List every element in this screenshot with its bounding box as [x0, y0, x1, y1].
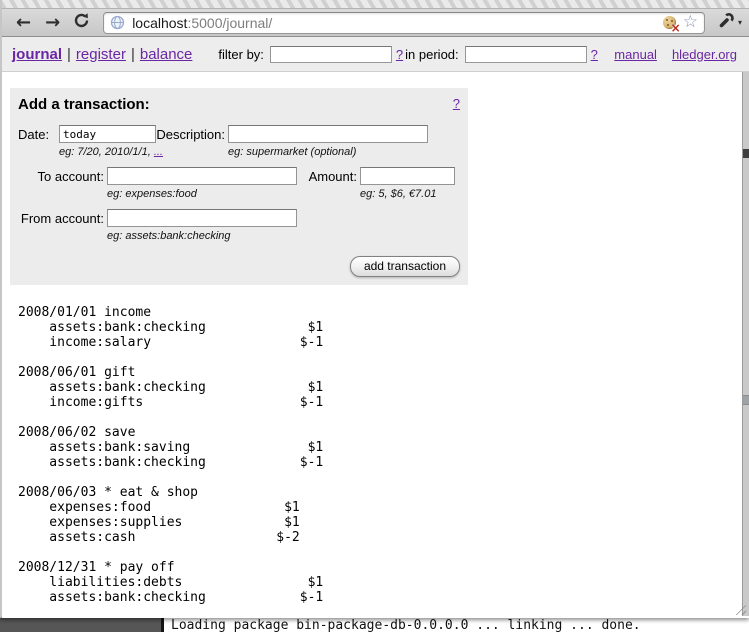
bookmark-star-icon[interactable]: ☆ [683, 14, 698, 31]
filter-by-label: filter by: [218, 47, 264, 62]
panel-header: Add a transaction: ? [18, 96, 460, 113]
to-account-label: To account: [18, 169, 107, 184]
url-text: localhost:5000/journal/ [132, 15, 272, 31]
to-account-input[interactable] [107, 167, 297, 185]
date-label: Date: [18, 127, 59, 142]
to-account-row: To account: Amount: [18, 167, 460, 185]
from-account-row: From account: [18, 209, 460, 227]
filter-input[interactable] [270, 46, 392, 63]
window-titlebar-stripes[interactable] [2, 0, 749, 9]
to-account-hints: eg: expenses:food eg: 5, $6, €7.01 [18, 188, 460, 200]
url-path: :5000/journal/ [187, 15, 272, 31]
from-account-label: From account: [18, 211, 107, 226]
terminal-output-line: Loading package bin-package-db-0.0.0.0 .… [171, 617, 749, 632]
date-hint-more-link[interactable]: ... [154, 146, 163, 158]
screen: Loading package bin-package-db-0.0.0.0 .… [0, 0, 749, 632]
add-form-help-link[interactable]: ? [453, 96, 460, 111]
nav-separator: | [67, 46, 71, 63]
external-links: manual hledger.org [614, 47, 739, 62]
background-windows-strip: Loading package bin-package-db-0.0.0.0 .… [0, 617, 749, 632]
manual-link[interactable]: manual [614, 47, 657, 62]
nav-separator: | [131, 46, 135, 63]
to-account-hint: eg: expenses:food [107, 188, 297, 200]
nav-link-balance[interactable]: balance [140, 46, 193, 63]
reload-icon [73, 12, 90, 34]
from-account-input[interactable] [107, 209, 297, 227]
date-input[interactable] [59, 125, 156, 143]
globe-icon [110, 15, 125, 30]
wrench-icon [719, 12, 735, 33]
nav-link-register[interactable]: register [76, 46, 126, 63]
chevron-down-icon: ▾ [738, 18, 742, 27]
url-host: localhost [132, 15, 187, 31]
period-help-link[interactable]: ? [591, 47, 598, 62]
blocked-x-icon: × [671, 22, 681, 34]
reload-button[interactable] [73, 12, 90, 34]
page-content: journal | register | balance filter by: ? in… [2, 37, 749, 618]
description-label: Description: [156, 127, 228, 142]
cookies-blocked-icon[interactable]: × [663, 15, 678, 30]
amount-input[interactable] [360, 167, 455, 185]
address-bar[interactable]: localhost:5000/journal/ × ☆ [103, 12, 705, 34]
filter-controls: filter by: ? in period: ? [218, 46, 597, 63]
nav-link-journal[interactable]: journal [12, 46, 62, 63]
description-hint: eg: supermarket (optional) [228, 146, 428, 158]
scrollbar-notch[interactable] [743, 395, 749, 405]
from-account-hint: eg: assets:bank:checking [107, 230, 297, 242]
browser-toolbar: ← → localhost:5000/j [2, 9, 749, 37]
back-button[interactable]: ← [16, 14, 31, 32]
forward-button[interactable]: → [45, 14, 60, 32]
from-account-hints: eg: assets:bank:checking [18, 230, 460, 242]
date-description-row: Date: Description: [18, 125, 460, 143]
amount-label: Amount: [297, 169, 360, 184]
amount-hint: eg: 5, $6, €7.01 [360, 188, 455, 200]
settings-menu-button[interactable]: ▾ [719, 12, 742, 33]
date-hint: eg: 7/20, 2010/1/1, ... [59, 146, 228, 158]
view-links: journal | register | balance [12, 46, 192, 63]
scrollbar-thumb[interactable] [743, 149, 749, 158]
background-window-dark [0, 617, 161, 632]
period-input[interactable] [465, 46, 587, 63]
browser-window: ← → localhost:5000/j [0, 0, 749, 618]
add-transaction-button[interactable]: add transaction [350, 256, 460, 277]
add-transaction-panel: Add a transaction: ? Date: Description: … [10, 88, 468, 285]
hledger-navbar: journal | register | balance filter by: ? in… [2, 37, 749, 72]
in-period-label: in period: [405, 47, 458, 62]
background-terminal-window: Loading package bin-package-db-0.0.0.0 .… [161, 617, 749, 632]
hledger-org-link[interactable]: hledger.org [672, 47, 737, 62]
filter-help-link[interactable]: ? [396, 47, 403, 62]
panel-title: Add a transaction: [18, 96, 150, 113]
scrollbar-track[interactable] [742, 72, 749, 616]
journal-entries: 2008/01/01 income assets:bank:checking $… [18, 305, 749, 605]
submit-row: add transaction [18, 256, 460, 277]
date-description-hints: eg: 7/20, 2010/1/1, ... eg: supermarket … [18, 146, 460, 158]
description-input[interactable] [228, 125, 428, 143]
